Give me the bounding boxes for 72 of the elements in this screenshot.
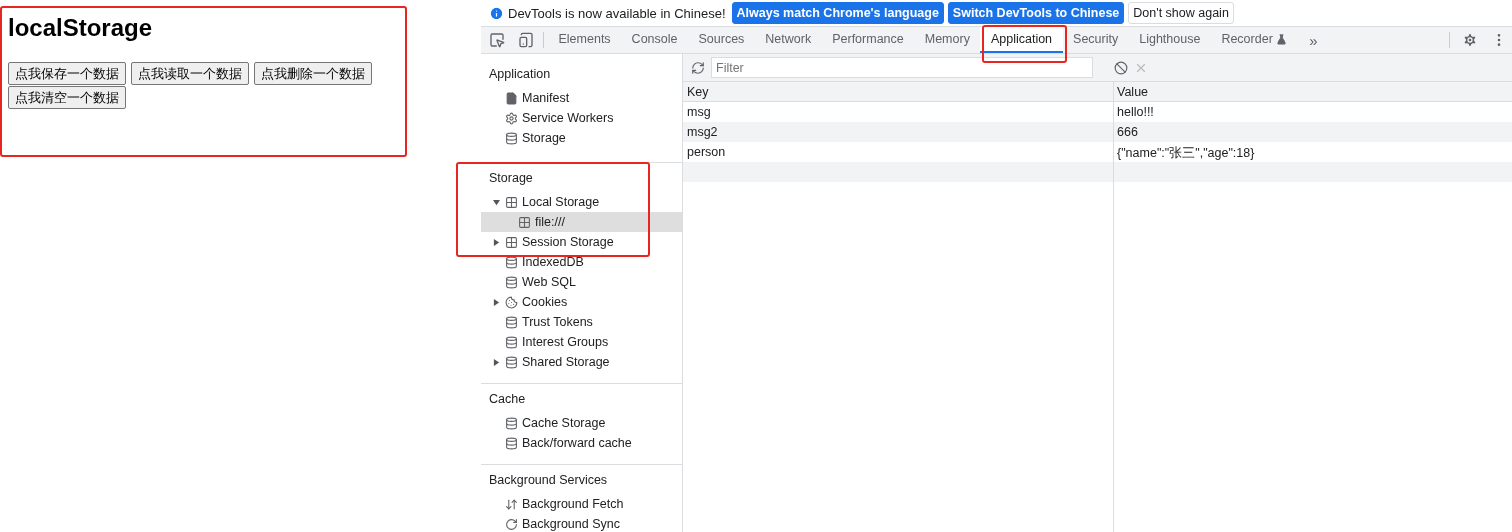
panel-tab[interactable]: Recorder [1210, 27, 1298, 53]
panel-tab[interactable]: Elements [548, 27, 622, 53]
infobar-button[interactable]: Switch DevTools to Chinese [947, 2, 1125, 24]
arrows-icon [505, 497, 518, 511]
panel-tab[interactable]: Lighthouse [1128, 27, 1211, 53]
database-icon [505, 355, 518, 369]
collapsed-arrow-icon[interactable] [492, 358, 500, 366]
flask-icon [1275, 33, 1287, 45]
database-icon [505, 436, 518, 450]
sidebar-item[interactable]: Storage [481, 128, 682, 148]
panel-tab[interactable]: Sources [688, 27, 755, 53]
info-icon [489, 5, 504, 21]
sidebar-item[interactable]: Back/forward cache [481, 433, 682, 453]
sidebar-item[interactable]: Local Storage [481, 192, 682, 212]
database-icon [505, 315, 518, 329]
panel-tab[interactable]: Performance [821, 27, 915, 53]
database-icon [505, 416, 518, 430]
settings-icon[interactable] [1462, 32, 1478, 48]
more-tabs-button[interactable]: » [1297, 27, 1330, 53]
panel-tab[interactable]: Console [621, 27, 688, 53]
page-button[interactable]: 点我删除一个数据 [254, 62, 372, 85]
sidebar-item[interactable]: Interest Groups [481, 332, 682, 352]
panel-tab[interactable]: Memory [914, 27, 981, 53]
database-icon [505, 255, 518, 269]
grid-icon [505, 235, 518, 249]
filter-field[interactable]: Filter [711, 57, 1093, 78]
refresh-icon[interactable] [691, 60, 705, 75]
infobar-button[interactable]: Always match Chrome's language [731, 2, 944, 24]
page-button[interactable]: 点我清空一个数据 [8, 86, 126, 109]
section-title: Storage [488, 170, 534, 187]
column-header: Key [683, 82, 1113, 102]
sidebar-item[interactable]: Manifest [481, 88, 682, 108]
panel-tab[interactable]: Security [1062, 27, 1129, 53]
sidebar-item[interactable]: Cookies [481, 292, 682, 312]
sidebar-item[interactable]: Trust Tokens [481, 312, 682, 332]
sidebar-item[interactable]: Web SQL [481, 272, 682, 292]
sidebar-item[interactable]: Session Storage [481, 232, 682, 252]
clear-all-icon[interactable] [1114, 60, 1128, 75]
expanded-arrow-icon[interactable] [492, 198, 500, 206]
gear-icon [505, 111, 518, 125]
sidebar-item[interactable]: Background Fetch [481, 494, 682, 514]
section-title: Application [488, 66, 552, 83]
file-icon [505, 91, 518, 105]
infobar-button[interactable]: Don't show again [1128, 2, 1234, 24]
device-toggle-icon[interactable] [518, 32, 534, 48]
sidebar-item[interactable]: Cache Storage [481, 413, 682, 433]
page-button[interactable]: 点我保存一个数据 [8, 62, 126, 85]
sidebar-item[interactable]: Shared Storage [481, 352, 682, 372]
sidebar-item[interactable]: IndexedDB [481, 252, 682, 272]
cookie-icon [505, 295, 518, 309]
sidebar-item[interactable]: Background Sync [481, 514, 682, 532]
sync-icon [505, 517, 518, 531]
section-title: Background Services [488, 472, 609, 489]
page-button[interactable]: 点我读取一个数据 [131, 62, 249, 85]
panel-tab[interactable]: Network [754, 27, 822, 53]
grid-icon [505, 195, 518, 209]
section-title: Cache [488, 391, 527, 408]
collapsed-arrow-icon[interactable] [492, 298, 500, 306]
panel-tab[interactable]: Application [980, 27, 1063, 53]
sidebar-item[interactable]: Service Workers [481, 108, 682, 128]
collapsed-arrow-icon[interactable] [492, 238, 500, 246]
value-cell: 666 [1113, 122, 1512, 142]
database-icon [505, 131, 518, 145]
key-cell: msg2 [683, 122, 1113, 142]
infobar-message: DevTools is now available in Chinese! [508, 5, 726, 21]
column-header: Value [1113, 82, 1512, 102]
inspect-icon[interactable] [489, 32, 505, 48]
sidebar-item[interactable]: file:/// [481, 212, 682, 232]
page-heading: localStorage [8, 14, 154, 42]
grid-icon [518, 215, 531, 229]
database-icon [505, 335, 518, 349]
database-icon [505, 275, 518, 289]
